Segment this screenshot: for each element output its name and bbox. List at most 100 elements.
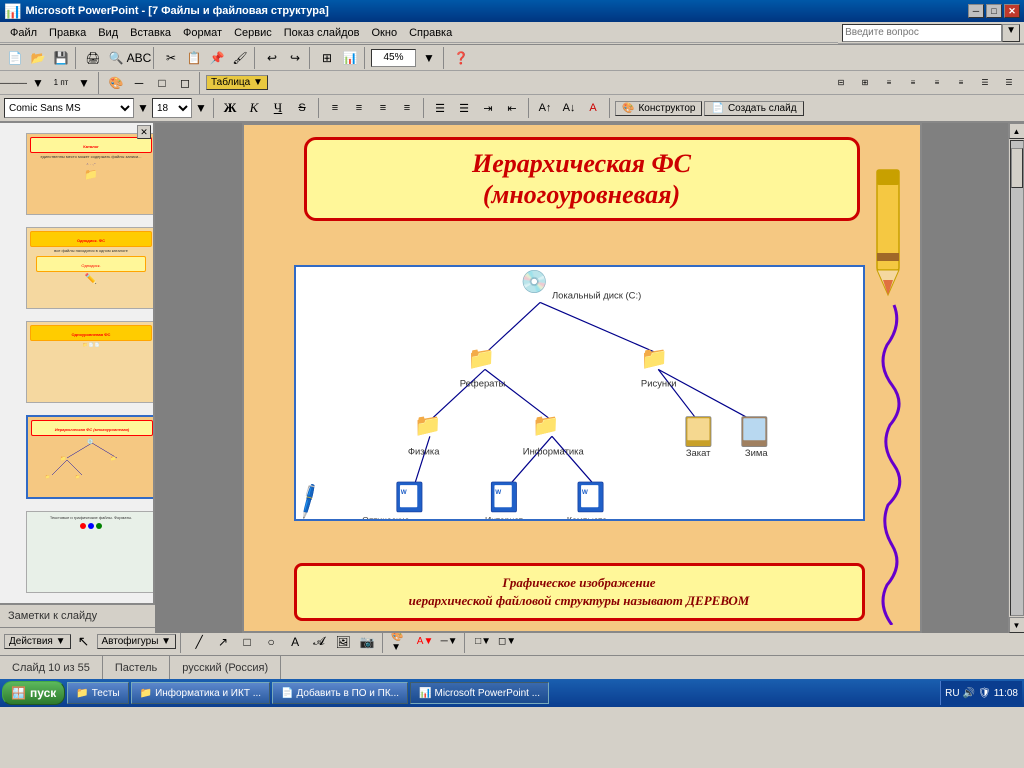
align-justify-btn[interactable]: ≡ (396, 97, 418, 119)
insert-table[interactable]: ⊞ (316, 47, 338, 69)
align-right-btn[interactable]: ≡ (372, 97, 394, 119)
start-button[interactable]: 🪟 пуск (2, 681, 65, 705)
wordart-tool[interactable]: 𝓐 (308, 631, 330, 653)
menu-insert[interactable]: Вставка (124, 25, 177, 41)
spell-button[interactable]: ABC (128, 47, 150, 69)
shadow-draw[interactable]: □▼ (472, 631, 494, 653)
create-slide-button[interactable]: 📄 Создать слайд (704, 101, 803, 116)
rect-tool[interactable]: □ (236, 631, 258, 653)
constructor-button[interactable]: 🎨 Конструктор (615, 101, 702, 116)
dash-style-drop[interactable]: ▼ (73, 72, 95, 94)
slide-layout-btn[interactable]: ⊟ (830, 72, 852, 94)
fill-color[interactable]: 🎨 (105, 72, 127, 94)
menu-view[interactable]: Вид (92, 25, 124, 41)
select-pointer[interactable]: ↖ (73, 631, 95, 653)
bullet-list-btn[interactable]: ☰ (429, 97, 451, 119)
format-painter[interactable]: 🖌 (229, 47, 251, 69)
arrow-tool[interactable]: ↗ (212, 631, 234, 653)
font-dropdown[interactable]: ▼ (136, 97, 150, 119)
increase-indent[interactable]: ⇥ (477, 97, 499, 119)
cut-button[interactable]: ✂ (160, 47, 182, 69)
size-dropdown[interactable]: ▼ (194, 97, 208, 119)
menu-file[interactable]: Файл (4, 25, 43, 41)
align-center[interactable]: ≡ (902, 72, 924, 94)
taskbar-item-tests[interactable]: 📁 Тесты (67, 682, 128, 704)
dash-style[interactable]: 1 пт (50, 72, 72, 94)
paste-button[interactable]: 📌 (206, 47, 228, 69)
print-button[interactable]: 🖨 (82, 47, 104, 69)
slide-layout-btn2[interactable]: ⊞ (854, 72, 876, 94)
slide-thumb-10[interactable]: Иерархическая ФС (многоуровневая) 💿 📁 📁 … (26, 415, 155, 499)
line-color[interactable]: ─ (128, 72, 150, 94)
scroll-down-arrow[interactable]: ▼ (1009, 617, 1024, 633)
taskbar-item-powerpoint[interactable]: 📊 Microsoft PowerPoint ... (410, 682, 549, 704)
slide-thumb-8[interactable]: Однодиск. ФС все файлы находятся в одном… (26, 227, 155, 309)
fill-color-btn[interactable]: 🎨▼ (390, 631, 412, 653)
italic-button[interactable]: К (243, 97, 265, 119)
search-input[interactable] (842, 24, 1002, 42)
save-button[interactable]: 💾 (50, 47, 72, 69)
textbox-tool[interactable]: A (284, 631, 306, 653)
slide-thumb-11[interactable]: Текстовые и графические файлы. Форматы. (26, 511, 155, 593)
close-button[interactable]: ✕ (1004, 4, 1020, 18)
taskbar-item-add[interactable]: 📄 Добавить в ПО и ПК... (272, 682, 408, 704)
align-left-btn[interactable]: ≡ (324, 97, 346, 119)
bold-button[interactable]: Ж (219, 97, 241, 119)
copy-button[interactable]: 📋 (183, 47, 205, 69)
arrow-style[interactable]: ▼ (27, 72, 49, 94)
underline-button[interactable]: Ч (267, 97, 289, 119)
font-selector[interactable]: Comic Sans MS (4, 98, 134, 118)
scroll-track[interactable] (1010, 140, 1024, 616)
zoom-dropdown[interactable]: ▼ (418, 47, 440, 69)
maximize-button[interactable]: □ (986, 4, 1002, 18)
menu-slideshow[interactable]: Показ слайдов (278, 25, 366, 41)
align-center-btn[interactable]: ≡ (348, 97, 370, 119)
clipart-tool[interactable]: 🖼 (332, 631, 354, 653)
undo-button[interactable]: ↩ (261, 47, 283, 69)
align-justify[interactable]: ≡ (950, 72, 972, 94)
strikethrough-button[interactable]: S (291, 97, 313, 119)
num-list-btn[interactable]: ☰ (453, 97, 475, 119)
font-color-btn[interactable]: A (582, 97, 604, 119)
search-arrow-button[interactable]: ▼ (1002, 24, 1020, 42)
menu-service[interactable]: Сервис (228, 25, 278, 41)
autoshapes-button[interactable]: Автофигуры ▼ (97, 634, 177, 649)
help-button[interactable]: ❓ (450, 47, 472, 69)
zoom-input[interactable] (371, 49, 416, 67)
menu-format[interactable]: Формат (177, 25, 228, 41)
slide-panel[interactable]: ✕ 7 Каталог единственны место может соде… (0, 123, 155, 603)
slide-thumb-7[interactable]: Каталог единственны место может содержат… (26, 133, 155, 215)
menu-help[interactable]: Справка (403, 25, 458, 41)
font-size-up[interactable]: A↑ (534, 97, 556, 119)
3d-draw[interactable]: ◻▼ (496, 631, 518, 653)
scroll-thumb[interactable] (1011, 148, 1023, 188)
font-size-down[interactable]: A↓ (558, 97, 580, 119)
decrease-indent[interactable]: ⇤ (501, 97, 523, 119)
slide-thumb-9[interactable]: Одноуровневая ФС 📁 📄 📄 (26, 321, 155, 403)
oval-tool[interactable]: ○ (260, 631, 282, 653)
line-tool[interactable]: ╱ (188, 631, 210, 653)
line-color-draw[interactable]: ─▼ (438, 631, 460, 653)
preview-button[interactable]: 🔍 (105, 47, 127, 69)
3d-effect[interactable]: ◻ (174, 72, 196, 94)
num-list[interactable]: ☰ (998, 72, 1020, 94)
align-right[interactable]: ≡ (926, 72, 948, 94)
new-button[interactable]: 📄 (4, 47, 26, 69)
minimize-button[interactable]: ─ (968, 4, 984, 18)
insert-chart[interactable]: 📊 (339, 47, 361, 69)
taskbar-item-informatika[interactable]: 📁 Информатика и ИКТ ... (131, 682, 270, 704)
redo-button[interactable]: ↪ (284, 47, 306, 69)
shadow[interactable]: □ (151, 72, 173, 94)
line-style[interactable]: ───── (4, 72, 26, 94)
size-selector[interactable]: 18 (152, 98, 192, 118)
insert-image[interactable]: 📷 (356, 631, 378, 653)
panel-close-button[interactable]: ✕ (137, 125, 151, 139)
font-color-draw[interactable]: A▼ (414, 631, 436, 653)
vertical-scrollbar[interactable]: ▲ ▼ (1008, 123, 1024, 633)
bullet-list[interactable]: ☰ (974, 72, 996, 94)
scroll-up-arrow[interactable]: ▲ (1009, 123, 1024, 139)
actions-button[interactable]: Действия ▼ (4, 634, 71, 649)
menu-window[interactable]: Окно (366, 25, 404, 41)
slide-canvas[interactable]: Иерархическая ФС (многоуровневая) (155, 123, 1008, 633)
table-button[interactable]: Таблица ▼ (206, 75, 268, 90)
